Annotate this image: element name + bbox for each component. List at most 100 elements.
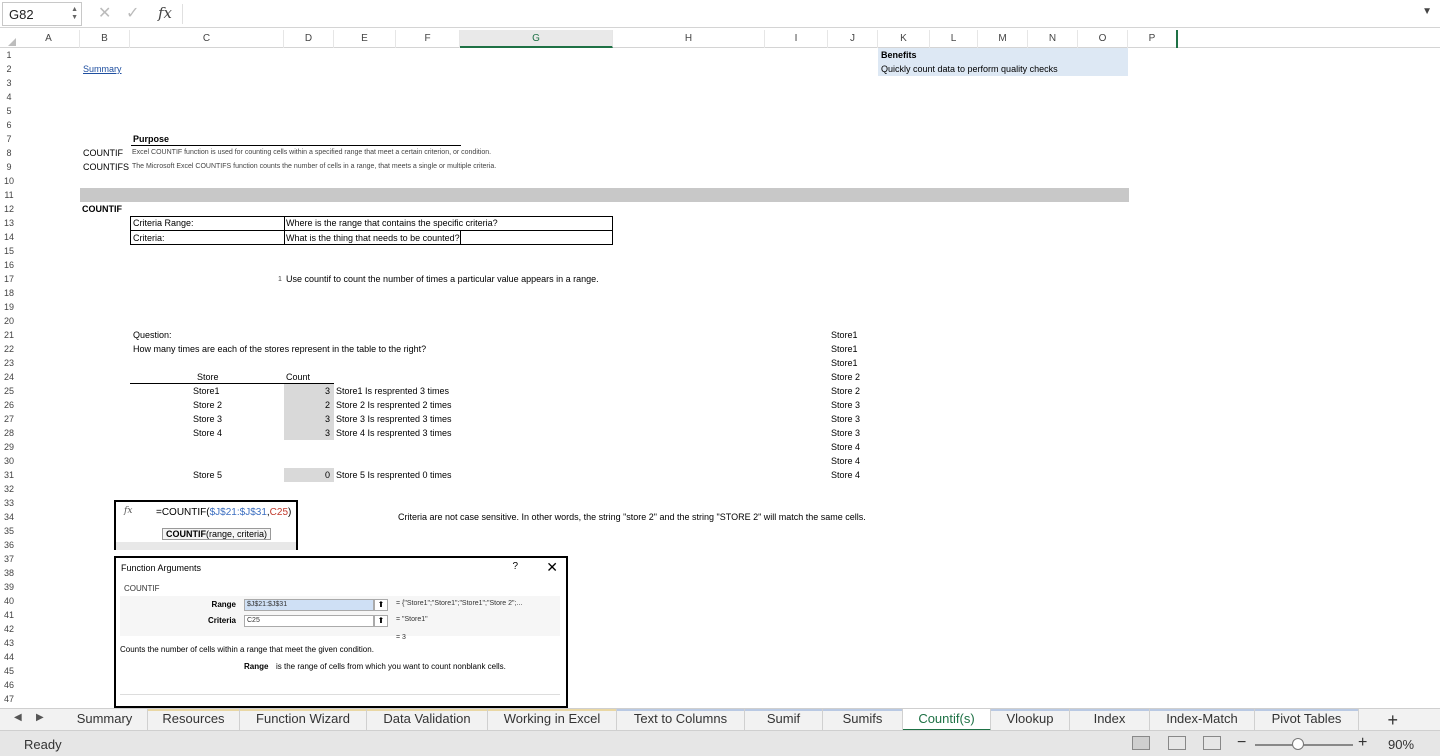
column-header[interactable]: H [613,30,765,48]
tab-pivot-tables[interactable]: Pivot Tables [1255,709,1359,731]
row-header[interactable]: 40 [0,594,18,608]
column-header[interactable]: A [18,30,80,48]
row-header[interactable]: 29 [0,440,18,454]
row-header[interactable]: 24 [0,370,18,384]
row-header[interactable]: 39 [0,580,18,594]
row-header[interactable]: 30 [0,454,18,468]
column-header[interactable]: E [334,30,396,48]
row-header[interactable]: 13 [0,216,18,230]
tab-sumif[interactable]: Sumif [745,709,823,731]
row-header[interactable]: 1 [0,48,18,62]
tab-working-in-excel[interactable]: Working in Excel [488,709,617,731]
row-header[interactable]: 11 [0,188,18,202]
row-header[interactable]: 44 [0,650,18,664]
criteria-input[interactable]: C25 [244,615,374,627]
result-count[interactable]: 2 [325,398,330,412]
tab-text-to-columns[interactable]: Text to Columns [617,709,745,731]
worksheet-grid[interactable]: Benefits Quickly count data to perform q… [18,48,1440,708]
zoom-level[interactable]: 90% [1388,737,1414,752]
row-header[interactable]: 5 [0,104,18,118]
row-header[interactable]: 10 [0,174,18,188]
zoom-out-icon[interactable]: − [1237,734,1246,752]
row-header[interactable]: 45 [0,664,18,678]
row-header[interactable]: 20 [0,314,18,328]
range-input[interactable]: $J$21:$J$31 [244,599,374,611]
row-header[interactable]: 4 [0,90,18,104]
zoom-slider-thumb[interactable] [1292,738,1304,750]
column-header[interactable]: I [765,30,828,48]
row-header[interactable]: 17 [0,272,18,286]
tab-data-validation[interactable]: Data Validation [367,709,488,731]
close-icon[interactable]: ✕ [546,559,558,576]
row-header[interactable]: 8 [0,146,18,160]
column-header[interactable]: O [1078,30,1128,48]
column-header[interactable]: F [396,30,460,48]
row-header[interactable]: 3 [0,76,18,90]
row-header[interactable]: 22 [0,342,18,356]
name-box[interactable]: G82 ▲ ▼ [2,2,82,26]
row-header[interactable]: 33 [0,496,18,510]
row-header[interactable]: 34 [0,510,18,524]
column-header[interactable]: M [978,30,1028,48]
zoom-slider[interactable] [1255,744,1353,746]
zoom-in-icon[interactable]: + [1358,734,1367,752]
row-header[interactable]: 43 [0,636,18,650]
previous-sheet-icon[interactable]: ◀ [14,712,22,723]
name-box-arrows-icon[interactable]: ▲ ▼ [71,6,78,22]
row-header[interactable]: 23 [0,356,18,370]
row-header[interactable]: 15 [0,244,18,258]
result-count[interactable]: 0 [325,468,330,482]
tab-index[interactable]: Index [1070,709,1150,731]
tab-summary[interactable]: Summary [62,709,148,731]
row-header[interactable]: 16 [0,258,18,272]
row-header[interactable]: 41 [0,608,18,622]
normal-view-icon[interactable] [1132,736,1150,750]
tab-function-wizard[interactable]: Function Wizard [240,709,367,731]
result-count[interactable]: 3 [325,426,330,440]
row-header[interactable]: 25 [0,384,18,398]
row-header[interactable]: 9 [0,160,18,174]
row-header[interactable]: 7 [0,132,18,146]
tab-resources[interactable]: Resources [148,709,240,731]
collapse-criteria-icon[interactable]: ⬆ [374,615,388,627]
enter-icon[interactable]: ✓ [126,3,139,23]
select-all-corner[interactable] [0,30,18,48]
summary-link[interactable]: Summary [83,62,122,76]
formula-input[interactable] [186,4,1416,24]
page-layout-view-icon[interactable] [1168,736,1186,750]
help-icon[interactable]: ? [512,561,518,572]
column-header-selected[interactable]: G [460,30,613,48]
expand-formula-bar-icon[interactable]: ▼ [1422,6,1432,17]
row-header[interactable]: 38 [0,566,18,580]
row-header[interactable]: 14 [0,230,18,244]
row-header[interactable]: 42 [0,622,18,636]
column-header[interactable]: D [284,30,334,48]
row-header[interactable]: 37 [0,552,18,566]
row-header[interactable]: 12 [0,202,18,216]
row-header[interactable]: 47 [0,692,18,706]
row-header[interactable]: 36 [0,538,18,552]
column-header[interactable]: K [878,30,930,48]
result-count[interactable]: 3 [325,412,330,426]
tab-index-match[interactable]: Index-Match [1150,709,1255,731]
row-header[interactable]: 19 [0,300,18,314]
column-header[interactable]: L [930,30,978,48]
column-header[interactable]: B [80,30,130,48]
row-header[interactable]: 6 [0,118,18,132]
page-break-view-icon[interactable] [1203,736,1221,750]
next-sheet-icon[interactable]: ▶ [36,712,44,723]
insert-function-icon[interactable]: fx [158,4,172,22]
cancel-icon[interactable]: ✕ [98,3,111,23]
tab-vlookup[interactable]: Vlookup [991,709,1070,731]
row-header[interactable]: 2 [0,62,18,76]
row-header[interactable]: 32 [0,482,18,496]
collapse-range-icon[interactable]: ⬆ [374,599,388,611]
tab-countifs[interactable]: Countif(s) [903,709,991,731]
row-header[interactable]: 26 [0,398,18,412]
row-header[interactable]: 46 [0,678,18,692]
column-header[interactable]: C [130,30,284,48]
result-count[interactable]: 3 [325,384,330,398]
row-header[interactable]: 28 [0,426,18,440]
row-header[interactable]: 35 [0,524,18,538]
row-header[interactable]: 21 [0,328,18,342]
